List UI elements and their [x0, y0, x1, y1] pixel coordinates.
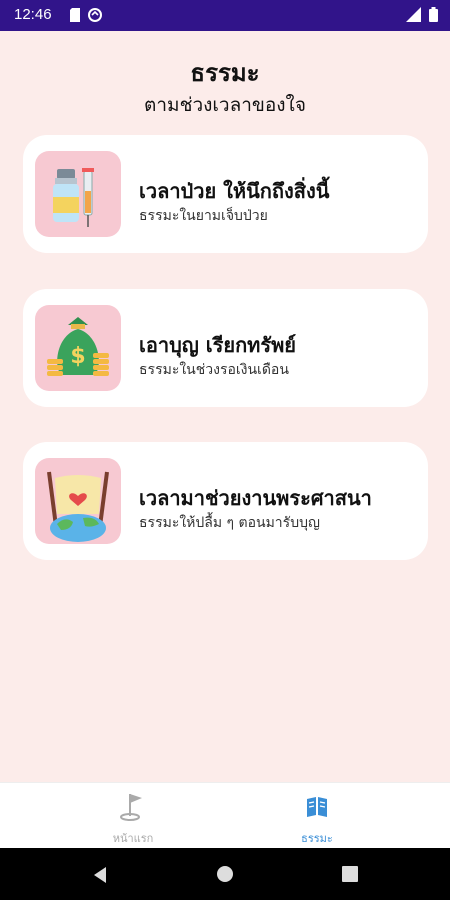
status-time: 12:46: [14, 6, 52, 23]
status-system-icons: [406, 7, 438, 22]
card-subtitle: ธรรมะในยามเจ็บป่วย: [139, 208, 268, 224]
sim-card-icon: [70, 8, 80, 22]
card-wealth[interactable]: $ เอาบุญ เรียกทรัพย์ ธรรมะในช่วงรอเงินเด…: [23, 289, 428, 407]
battery-icon: [429, 7, 438, 22]
bottom-navigation: หน้าแรก ธรรมะ: [0, 782, 450, 849]
nav-label-home: หน้าแรก: [112, 832, 154, 845]
golf-flag-icon: [120, 794, 142, 821]
card-illness[interactable]: เวลาป่วย ให้นึกถึงสิ่งนี้ ธรรมะในยามเจ็บ…: [23, 135, 428, 253]
world-heart-icon: [35, 458, 121, 544]
money-bag-icon: $: [35, 305, 121, 391]
system-navigation-bar: [0, 848, 450, 900]
card-title: เอาบุญ เรียกทรัพย์: [139, 333, 297, 357]
card-title: เวลามาช่วยงานพระศาสนา: [139, 486, 372, 510]
card-title: เวลาป่วย ให้นึกถึงสิ่งนี้: [139, 179, 330, 203]
svg-text:$: $: [70, 344, 85, 369]
status-bar: 12:46: [0, 0, 450, 31]
card-subtitle: ธรรมะให้ปลื้ม ๆ ตอนมารับบุญ: [139, 515, 320, 531]
recents-icon[interactable]: [342, 866, 358, 882]
card-subtitle: ธรรมะในช่วงรอเงินเดือน: [139, 362, 289, 378]
card-religion[interactable]: เวลามาช่วยงานพระศาสนา ธรรมะให้ปลื้ม ๆ ตอ…: [23, 442, 428, 560]
signal-icon: [406, 7, 421, 22]
page-subtitle: ตามช่วงเวลาของใจ: [144, 94, 306, 116]
nav-item-home[interactable]: หน้าแรก: [73, 791, 193, 847]
medicine-vial-syringe-icon: [35, 151, 121, 237]
nav-label-dhamma: ธรรมะ: [301, 832, 333, 845]
open-book-icon: [307, 797, 327, 817]
status-notification-icons: [70, 8, 102, 22]
back-icon[interactable]: [92, 866, 108, 884]
sync-circle-icon: [88, 8, 102, 22]
home-icon[interactable]: [216, 865, 234, 883]
page-header: ธรรมะ ตามช่วงเวลาของใจ: [0, 58, 450, 118]
page-title: ธรรมะ: [190, 59, 260, 87]
nav-item-dhamma[interactable]: ธรรมะ: [257, 791, 377, 847]
